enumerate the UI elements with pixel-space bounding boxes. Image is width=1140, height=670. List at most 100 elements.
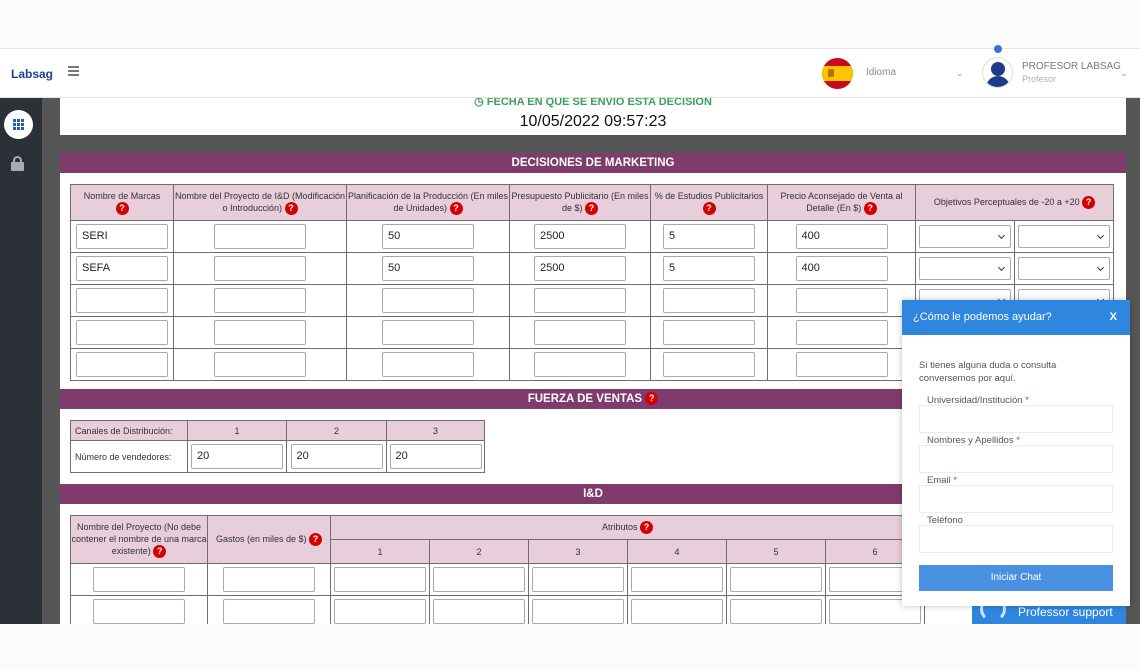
brand-name-input[interactable] <box>76 288 168 313</box>
ad-budget-input[interactable] <box>534 320 626 345</box>
chat-title: ¿Cómo le podemos ayudar? <box>913 311 1052 323</box>
attribute-input[interactable] <box>433 567 525 592</box>
brand-name-input[interactable]: SERI <box>76 224 168 249</box>
decision-date-value: 10/05/2022 09:57:23 <box>519 113 667 130</box>
production-input[interactable]: 50 <box>382 224 474 249</box>
top-navbar: Labsag Idioma ⌄ PROFESOR LABSAG Profesor… <box>0 45 1140 98</box>
rd-row <box>70 563 925 596</box>
sellers-label: Número de vendedores: <box>70 440 188 473</box>
sellers-input[interactable]: 20 <box>191 444 283 469</box>
ad-studies-input[interactable]: 5 <box>663 224 755 249</box>
col-production: Planificación de la Producción (En miles… <box>346 184 510 221</box>
rd-project-input[interactable] <box>214 352 306 377</box>
user-role: Profesor <box>1022 74 1057 84</box>
attribute-input[interactable] <box>631 567 723 592</box>
phone-field[interactable] <box>919 525 1113 553</box>
perceptual-objective-select-1[interactable] <box>919 225 1011 248</box>
ad-budget-input[interactable]: 2500 <box>534 256 626 281</box>
retail-price-input[interactable] <box>795 320 888 345</box>
user-avatar[interactable] <box>982 57 1013 88</box>
rd-project-input[interactable] <box>93 567 185 592</box>
help-icon[interactable]: ? <box>153 545 167 559</box>
ad-budget-input[interactable] <box>534 288 626 313</box>
user-menu-chevron-down-icon[interactable]: ⌄ <box>1120 68 1128 79</box>
attribute-input[interactable] <box>730 567 822 592</box>
app-screen: Labsag Idioma ⌄ PROFESOR LABSAG Profesor… <box>0 0 1140 670</box>
help-icon[interactable]: ? <box>449 202 463 216</box>
retail-price-input[interactable]: 400 <box>795 224 888 249</box>
perceptual-objective-select-2[interactable] <box>1018 257 1110 280</box>
start-chat-button[interactable]: Iniciar Chat <box>919 565 1113 591</box>
ad-studies-input[interactable]: 5 <box>663 256 755 281</box>
attribute-input[interactable] <box>631 599 723 624</box>
sellers-input[interactable]: 20 <box>290 444 383 469</box>
spain-flag-icon[interactable] <box>822 58 853 89</box>
attribute-input[interactable] <box>532 567 624 592</box>
retail-price-input[interactable]: 400 <box>795 256 888 281</box>
perceptual-objective-select-2[interactable] <box>1018 225 1110 248</box>
help-icon[interactable]: ? <box>863 202 877 216</box>
retail-price-input[interactable] <box>795 288 888 313</box>
apps-grid-icon[interactable] <box>4 110 33 139</box>
rd-cost-col-header: Gastos (en miles de $) ? <box>207 515 331 564</box>
marketing-row: SEFA 50 2500 5 400 <box>70 252 1114 285</box>
help-icon[interactable]: ? <box>284 202 298 216</box>
rd-project-input[interactable] <box>93 599 185 624</box>
help-icon[interactable]: ? <box>585 202 599 216</box>
sidebar <box>0 98 42 624</box>
help-icon[interactable]: ? <box>702 202 716 216</box>
ad-budget-input[interactable] <box>534 352 626 377</box>
rd-cost-input[interactable] <box>223 567 315 592</box>
production-input[interactable]: 50 <box>382 256 474 281</box>
professor-support-label: Professor support <box>1018 605 1113 619</box>
attribute-col-header: 2 <box>429 539 529 564</box>
language-label[interactable]: Idioma <box>866 67 896 78</box>
brand-name-input[interactable]: SEFA <box>76 256 168 281</box>
production-input[interactable] <box>382 288 474 313</box>
rd-project-col-header: Nombre del Proyecto (No debe contener el… <box>70 515 208 564</box>
email-field[interactable] <box>919 485 1113 513</box>
rd-cost-input[interactable] <box>223 599 315 624</box>
hamburger-menu-icon[interactable] <box>68 66 79 78</box>
rd-attributes-header: Atributos ? <box>330 515 925 540</box>
ad-studies-input[interactable] <box>663 288 755 313</box>
chat-close-button[interactable]: X <box>1110 300 1117 335</box>
col-perceptual-objectives: Objetivos Perceptuales de -20 a +20 ? <box>915 184 1114 221</box>
help-icon[interactable]: ? <box>115 202 129 216</box>
col-retail-price: Precio Aconsejado de Venta al Detalle (E… <box>767 184 916 221</box>
rd-project-input[interactable] <box>214 288 306 313</box>
production-input[interactable] <box>382 352 474 377</box>
rd-project-input[interactable] <box>214 320 306 345</box>
attribute-input[interactable] <box>730 599 822 624</box>
attribute-input[interactable] <box>334 599 426 624</box>
language-chevron-down-icon[interactable]: ⌄ <box>956 68 964 79</box>
col-brand-name: Nombre de Marcas? <box>70 184 174 221</box>
ad-studies-input[interactable] <box>663 352 755 377</box>
lock-icon[interactable] <box>11 156 24 171</box>
brand-name-input[interactable] <box>76 352 168 377</box>
full-name-field[interactable] <box>919 445 1113 473</box>
col-ad-studies: % de Estudios Publicitarios ? <box>650 184 768 221</box>
attribute-input[interactable] <box>433 599 525 624</box>
ad-budget-input[interactable]: 2500 <box>534 224 626 249</box>
perceptual-objective-select-1[interactable] <box>919 257 1011 280</box>
help-icon[interactable]: ? <box>645 392 659 406</box>
decision-date-label: ◷ FECHA EN QUE SE ENVIÓ ESTA DECISIÓN <box>474 98 712 108</box>
help-icon[interactable]: ? <box>640 521 654 535</box>
user-name[interactable]: PROFESOR LABSAG <box>1022 61 1121 72</box>
attribute-input[interactable] <box>334 567 426 592</box>
production-input[interactable] <box>382 320 474 345</box>
rd-project-input[interactable] <box>214 224 306 249</box>
attribute-col-header: 5 <box>726 539 826 564</box>
help-icon[interactable]: ? <box>1082 196 1096 210</box>
attribute-input[interactable] <box>532 599 624 624</box>
online-status-dot <box>994 45 1002 53</box>
help-icon[interactable]: ? <box>309 533 323 547</box>
retail-price-input[interactable] <box>795 352 888 377</box>
brand-logo[interactable]: Labsag <box>11 67 53 81</box>
sellers-input[interactable]: 20 <box>389 444 482 469</box>
ad-studies-input[interactable] <box>663 320 755 345</box>
university-field[interactable] <box>919 405 1113 433</box>
brand-name-input[interactable] <box>76 320 168 345</box>
rd-project-input[interactable] <box>214 256 306 281</box>
